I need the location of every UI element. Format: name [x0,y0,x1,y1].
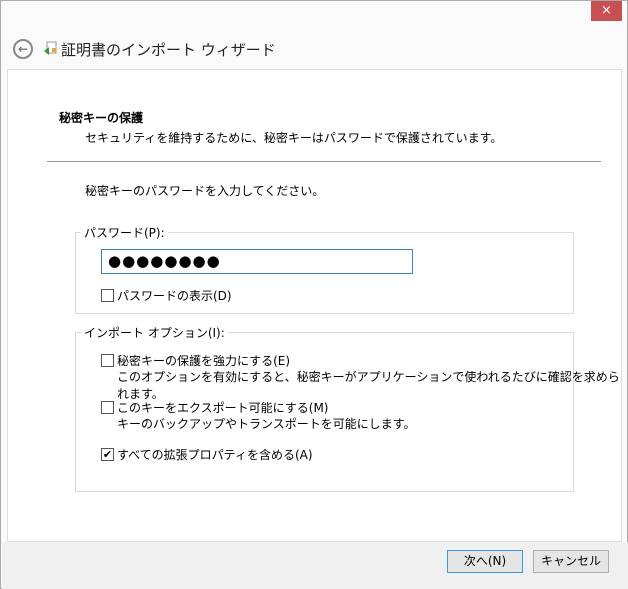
cancel-button[interactable]: キャンセル [533,550,609,573]
extended-properties-label[interactable]: すべての拡張プロパティを含める(A) [117,446,313,463]
page-subheading: セキュリティを維持するために、秘密キーはパスワードで保護されています。 [85,131,503,145]
import-options-legend: インポート オプション(I): [81,324,228,341]
next-button[interactable]: 次へ(N) [447,550,523,573]
strong-protection-description: このオプションを有効にすると、秘密キーがアプリケーションで使われるたびに確認を求… [117,370,620,401]
show-password-checkbox[interactable] [101,289,114,302]
close-button[interactable]: × [591,1,622,21]
password-input[interactable]: ●●●●●●●● [101,249,413,274]
back-arrow-icon[interactable]: ← [13,39,33,59]
exportable-checkbox[interactable] [101,401,114,414]
page-heading: 秘密キーの保護 [59,111,144,125]
divider [47,161,601,162]
strong-protection-checkbox[interactable] [101,354,114,367]
wizard-window: × ← 証明書のインポート ウィザード 秘密キーの保護 セキュリティを維持するた… [0,0,628,589]
extended-properties-checkbox[interactable]: ✔ [101,448,114,461]
password-prompt: 秘密キーのパスワードを入力してください。 [85,184,325,198]
strong-protection-label[interactable]: 秘密キーの保護を強力にする(E) [117,352,290,369]
password-legend: パスワード(P): [81,224,168,241]
window-title: 証明書のインポート ウィザード [61,41,276,59]
exportable-label[interactable]: このキーをエクスポート可能にする(M) [117,399,328,416]
exportable-description: キーのバックアップやトランスポートを可能にします。 [117,417,416,431]
certificate-icon [44,41,57,55]
show-password-label[interactable]: パスワードの表示(D) [117,287,232,304]
